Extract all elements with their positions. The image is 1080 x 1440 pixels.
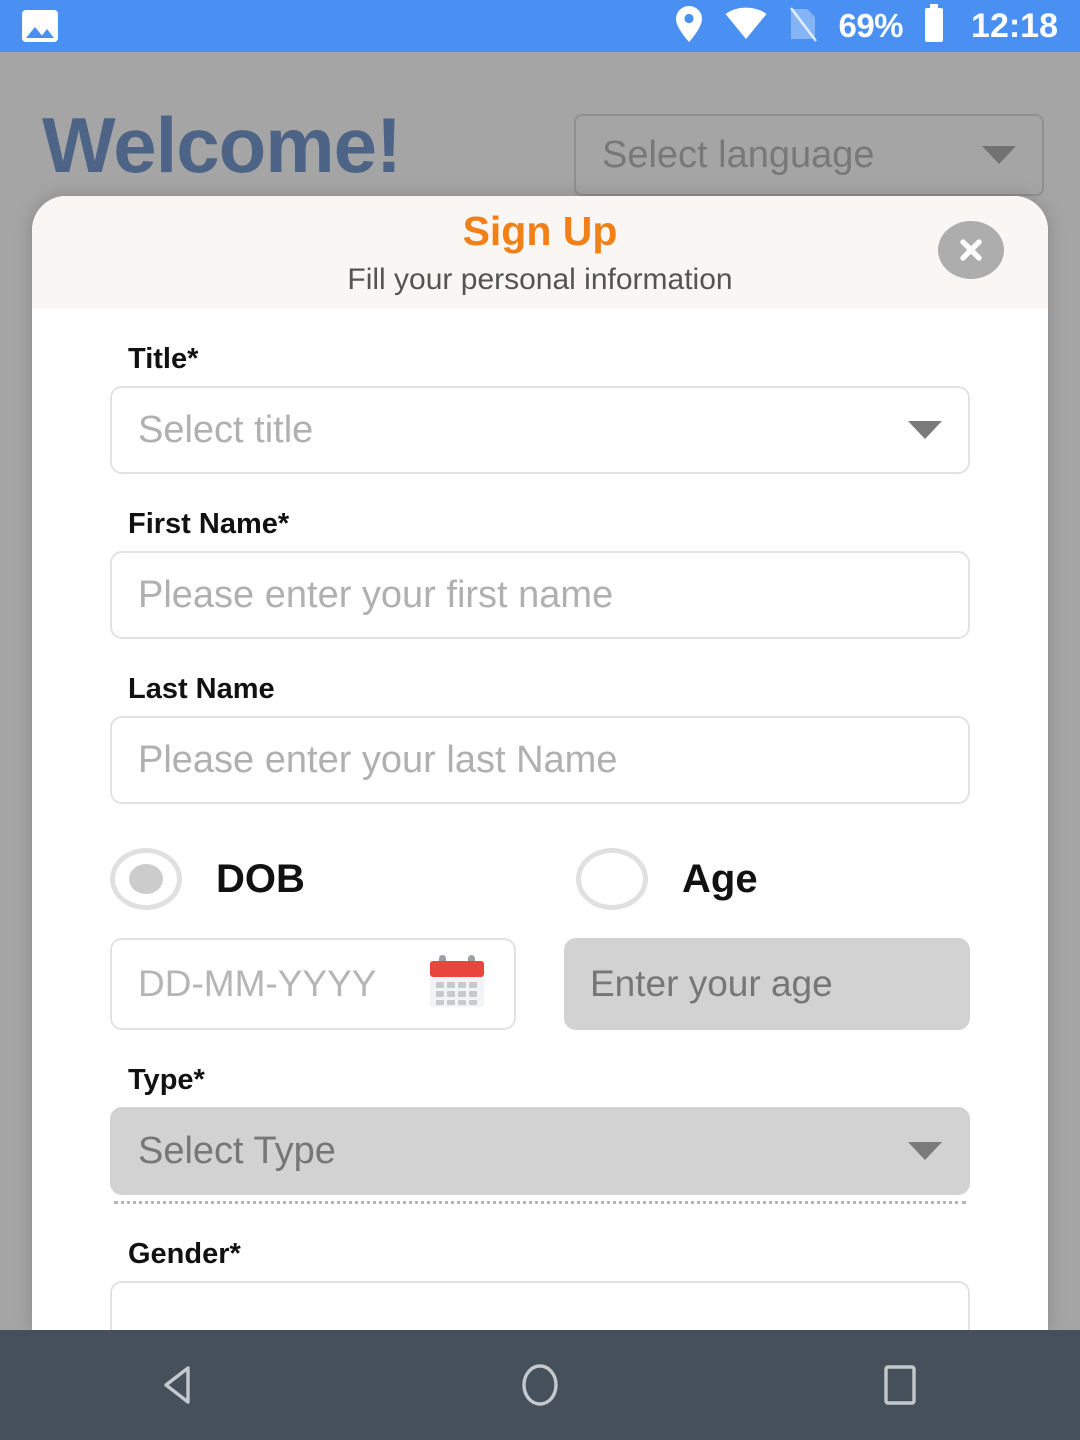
dob-age-input-row: DD-MM-YYYY Enter your age [110, 938, 970, 1030]
last-name-input[interactable]: Please enter your last Name [110, 716, 970, 804]
dob-age-radio-row: DOB Age [110, 848, 970, 910]
radio-dob-indicator [110, 848, 182, 910]
dialog-subtitle: Fill your personal information [347, 262, 733, 296]
title-label: Title* [128, 343, 199, 375]
age-input: Enter your age [564, 938, 970, 1030]
first-name-placeholder: Please enter your first name [138, 573, 614, 616]
chevron-down-icon [908, 421, 942, 439]
signup-dialog: Sign Up Fill your personal information T… [32, 196, 1048, 1330]
battery-percent: 69% [838, 7, 904, 44]
photo-icon [22, 10, 58, 42]
type-focus-underline [114, 1201, 966, 1204]
last-name-label: Last Name [128, 673, 275, 705]
dialog-header: Sign Up Fill your personal information [32, 196, 1048, 309]
radio-dob-selected-dot [129, 864, 163, 894]
gender-select[interactable] [110, 1281, 970, 1330]
dob-input[interactable]: DD-MM-YYYY [110, 938, 516, 1030]
type-select[interactable]: Select Type [110, 1107, 970, 1195]
radio-age-label: Age [682, 856, 758, 901]
status-bar: 69% 12:18 [0, 0, 1080, 52]
close-button[interactable] [938, 221, 1004, 279]
android-nav-bar [0, 1330, 1080, 1440]
square-recents-icon [884, 1365, 916, 1405]
phone-screen: 69% 12:18 Welcome! Select language Sign … [0, 0, 1080, 1440]
status-bar-clock: 12:18 [971, 6, 1058, 45]
calendar-icon[interactable] [426, 954, 488, 1014]
age-placeholder: Enter your age [590, 963, 833, 1004]
nav-back-button[interactable] [110, 1330, 250, 1440]
close-icon [960, 239, 982, 261]
first-name-input[interactable]: Please enter your first name [110, 551, 970, 639]
triangle-back-icon [164, 1366, 190, 1404]
type-select-value: Select Type [138, 1129, 336, 1172]
radio-dob-label: DOB [216, 856, 305, 901]
radio-age-indicator [576, 848, 648, 910]
signup-form: Title* Select title First Name* Please e… [32, 343, 1048, 1330]
wifi-icon [724, 7, 768, 46]
last-name-placeholder: Please enter your last Name [138, 738, 618, 781]
type-label: Type* [128, 1064, 205, 1096]
location-pin-icon [674, 5, 704, 48]
first-name-label: First Name* [128, 508, 290, 540]
gender-label: Gender* [128, 1238, 241, 1270]
title-select[interactable]: Select title [110, 386, 970, 474]
chevron-down-icon [908, 1142, 942, 1160]
status-bar-right: 69% 12:18 [674, 3, 1058, 49]
title-select-value: Select title [138, 408, 314, 451]
dialog-title: Sign Up [462, 208, 618, 255]
status-bar-left [22, 10, 58, 42]
battery-icon [923, 3, 945, 49]
nav-recents-button[interactable] [830, 1330, 970, 1440]
sim-card-off-icon [788, 5, 818, 48]
radio-dob[interactable]: DOB [110, 848, 576, 910]
radio-age[interactable]: Age [576, 848, 758, 910]
circle-home-icon [522, 1364, 558, 1406]
dob-placeholder: DD-MM-YYYY [138, 963, 377, 1004]
nav-home-button[interactable] [470, 1330, 610, 1440]
